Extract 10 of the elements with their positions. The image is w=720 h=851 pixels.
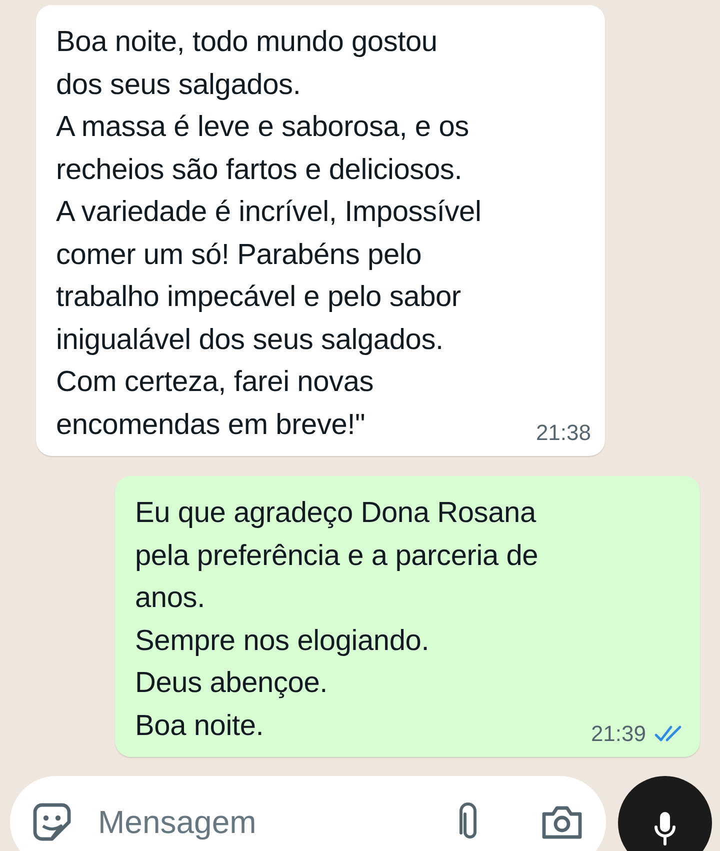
- message-time: 21:38: [536, 420, 591, 446]
- sticker-icon[interactable]: [32, 802, 72, 842]
- placeholder-text: Mensagem: [98, 804, 258, 840]
- message-text: Eu que agradeço Dona Rosana pela preferência e a parceria de anos. Sempre nos elogiando. Deus abençoe. Boa noite.: [135, 496, 538, 744]
- message-input-field[interactable]: Mensagem: [10, 776, 606, 851]
- message-text: Boa noite, todo mundo gostou dos seus salgados. A massa é leve e saborosa, e os recheios são fartos e deliciosos. A variedade é incrível, Impossível comer um só! Parabéns pelo trabalho impecável e pelo sabor inigualável dos seus salgados. Com certeza, farei novas encomendas em breve!": [56, 25, 482, 442]
- received-message-bubble[interactable]: [36, 5, 605, 456]
- sent-message-bubble[interactable]: Eu que agradeço Dona Rosana pela preferência e a parceria de anos. Sempre nos elogiando. Deus abençoe. Boa noite. 21:39: [115, 476, 700, 757]
- message-time: 21:39: [590, 721, 646, 747]
- microphone-icon: [653, 810, 677, 846]
